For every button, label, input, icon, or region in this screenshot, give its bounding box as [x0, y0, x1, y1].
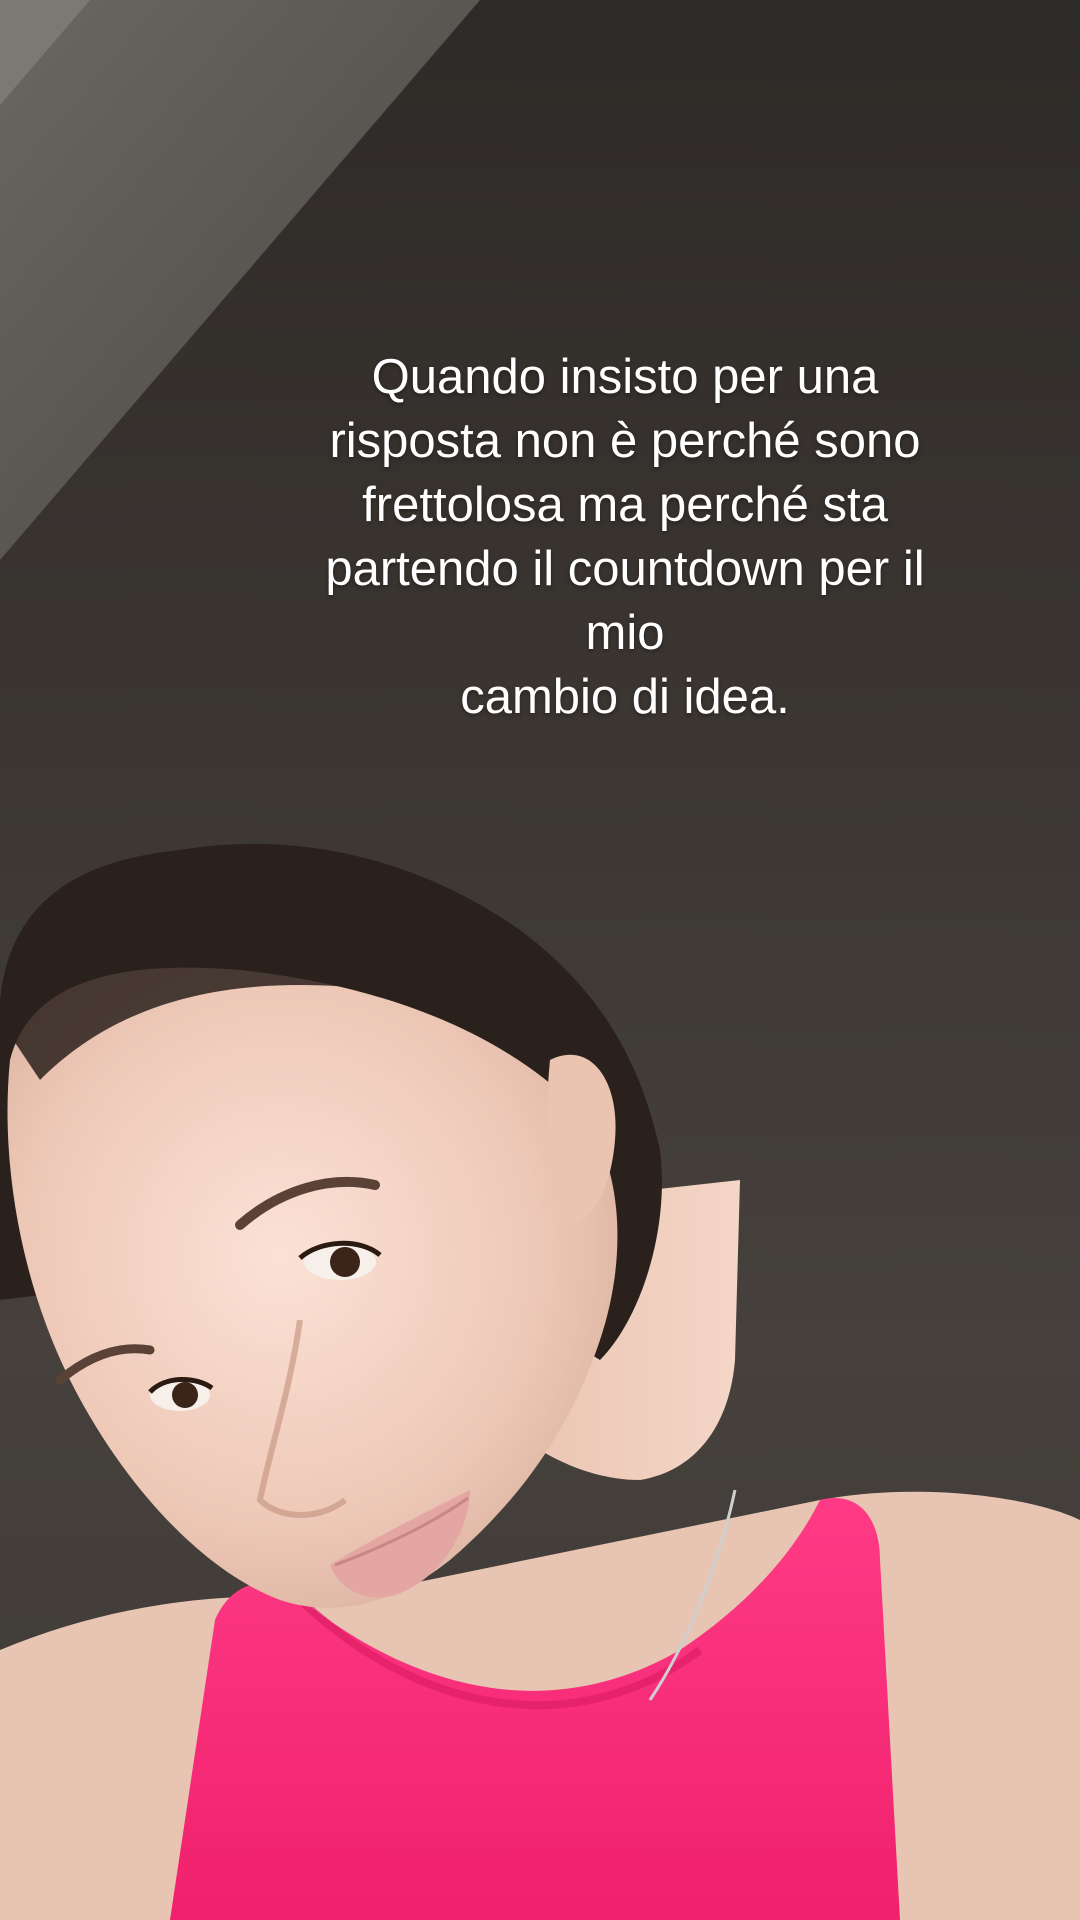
overlay-caption: Quando insisto per una risposta non è pe… [240, 345, 1010, 729]
video-frame: Quando insisto per una risposta non è pe… [0, 0, 1080, 1920]
caption-line: mio [585, 606, 665, 660]
selfie-photo [0, 0, 1080, 1920]
caption-line: cambio di idea. [460, 670, 790, 724]
caption-line: Quando insisto per una [371, 350, 879, 404]
caption-line: partendo il countdown per il [325, 542, 925, 596]
caption-line: risposta non è perché sono [329, 414, 921, 468]
caption-line: frettolosa ma perché sta [362, 478, 888, 532]
